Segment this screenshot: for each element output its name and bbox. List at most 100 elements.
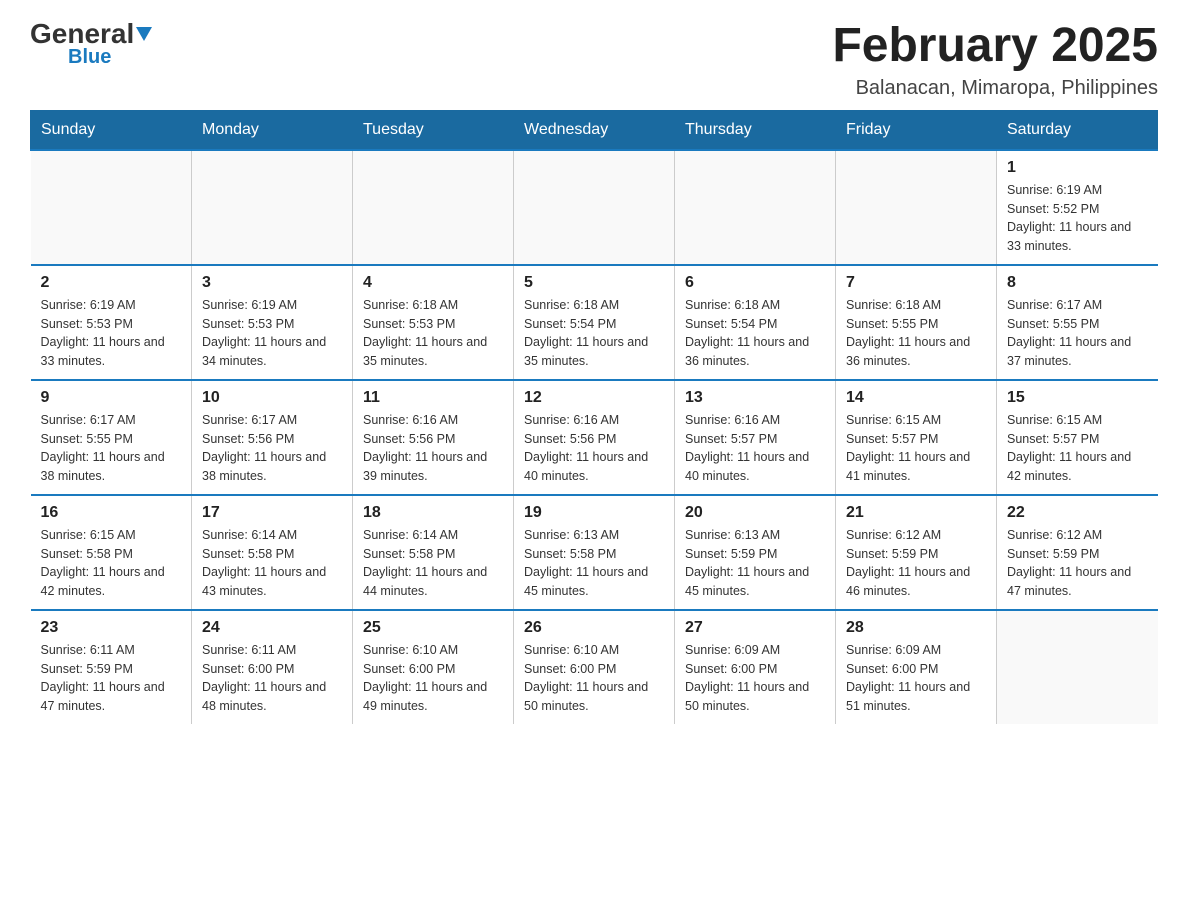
day-info: Sunrise: 6:13 AMSunset: 5:59 PMDaylight:… <box>685 526 825 601</box>
day-number: 5 <box>524 274 664 292</box>
table-row: 11 Sunrise: 6:16 AMSunset: 5:56 PMDayligh… <box>353 380 514 495</box>
calendar-subtitle: Balanacan, Mimaropa, Philippines <box>832 77 1158 100</box>
day-number: 18 <box>363 504 503 522</box>
table-row: 14 Sunrise: 6:15 AMSunset: 5:57 PMDayligh… <box>836 380 997 495</box>
day-info: Sunrise: 6:14 AMSunset: 5:58 PMDaylight:… <box>202 526 342 601</box>
calendar-week-row: 23 Sunrise: 6:11 AMSunset: 5:59 PMDayligh… <box>31 610 1158 724</box>
table-row: 13 Sunrise: 6:16 AMSunset: 5:57 PMDayligh… <box>675 380 836 495</box>
day-info: Sunrise: 6:15 AMSunset: 5:57 PMDaylight:… <box>1007 411 1148 486</box>
calendar-title: February 2025 <box>832 20 1158 73</box>
table-row <box>675 150 836 265</box>
table-row <box>353 150 514 265</box>
day-number: 4 <box>363 274 503 292</box>
table-row: 1 Sunrise: 6:19 AMSunset: 5:52 PMDaylight… <box>997 150 1158 265</box>
day-number: 14 <box>846 389 986 407</box>
day-number: 26 <box>524 619 664 637</box>
logo-blue: Blue <box>68 46 111 69</box>
table-row <box>836 150 997 265</box>
table-row: 10 Sunrise: 6:17 AMSunset: 5:56 PMDayligh… <box>192 380 353 495</box>
table-row: 19Sunrise: 6:13 AMSunset: 5:58 PMDayligh… <box>514 495 675 610</box>
table-row <box>997 610 1158 724</box>
table-row: 21 Sunrise: 6:12 AMSunset: 5:59 PMDayligh… <box>836 495 997 610</box>
day-number: 22 <box>1007 504 1148 522</box>
day-info: Sunrise: 6:17 AMSunset: 5:55 PMDaylight:… <box>1007 296 1148 371</box>
day-info: Sunrise: 6:16 AMSunset: 5:57 PMDaylight:… <box>685 411 825 486</box>
table-row <box>514 150 675 265</box>
calendar-header-row: Sunday Monday Tuesday Wednesday Thursday… <box>31 110 1158 150</box>
day-info: Sunrise: 6:09 AMSunset: 6:00 PMDaylight:… <box>846 641 986 716</box>
day-info: Sunrise: 6:19 AMSunset: 5:53 PMDaylight:… <box>202 296 342 371</box>
day-info: Sunrise: 6:11 AMSunset: 5:59 PMDaylight:… <box>41 641 182 716</box>
calendar-week-row: 16 Sunrise: 6:15 AMSunset: 5:58 PMDayligh… <box>31 495 1158 610</box>
day-info: Sunrise: 6:11 AMSunset: 6:00 PMDaylight:… <box>202 641 342 716</box>
day-info: Sunrise: 6:15 AMSunset: 5:58 PMDaylight:… <box>41 526 182 601</box>
day-number: 27 <box>685 619 825 637</box>
header-friday: Friday <box>836 110 997 150</box>
day-number: 1 <box>1007 159 1148 177</box>
header-saturday: Saturday <box>997 110 1158 150</box>
logo-general: General <box>30 20 152 48</box>
calendar-week-row: 2 Sunrise: 6:19 AMSunset: 5:53 PMDaylight… <box>31 265 1158 380</box>
logo-triangle-icon <box>136 27 152 41</box>
table-row: 18Sunrise: 6:14 AMSunset: 5:58 PMDayligh… <box>353 495 514 610</box>
day-number: 10 <box>202 389 342 407</box>
day-info: Sunrise: 6:19 AMSunset: 5:52 PMDaylight:… <box>1007 181 1148 256</box>
header-thursday: Thursday <box>675 110 836 150</box>
table-row: 8 Sunrise: 6:17 AMSunset: 5:55 PMDaylight… <box>997 265 1158 380</box>
header-sunday: Sunday <box>31 110 192 150</box>
day-info: Sunrise: 6:10 AMSunset: 6:00 PMDaylight:… <box>363 641 503 716</box>
day-info: Sunrise: 6:16 AMSunset: 5:56 PMDaylight:… <box>363 411 503 486</box>
day-info: Sunrise: 6:15 AMSunset: 5:57 PMDaylight:… <box>846 411 986 486</box>
day-number: 8 <box>1007 274 1148 292</box>
day-number: 6 <box>685 274 825 292</box>
day-info: Sunrise: 6:18 AMSunset: 5:55 PMDaylight:… <box>846 296 986 371</box>
table-row: 7 Sunrise: 6:18 AMSunset: 5:55 PMDaylight… <box>836 265 997 380</box>
table-row: 26 Sunrise: 6:10 AMSunset: 6:00 PMDayligh… <box>514 610 675 724</box>
day-number: 2 <box>41 274 182 292</box>
day-info: Sunrise: 6:19 AMSunset: 5:53 PMDaylight:… <box>41 296 182 371</box>
table-row: 2 Sunrise: 6:19 AMSunset: 5:53 PMDaylight… <box>31 265 192 380</box>
table-row: 4 Sunrise: 6:18 AMSunset: 5:53 PMDaylight… <box>353 265 514 380</box>
table-row: 15 Sunrise: 6:15 AMSunset: 5:57 PMDayligh… <box>997 380 1158 495</box>
table-row: 28Sunrise: 6:09 AMSunset: 6:00 PMDayligh… <box>836 610 997 724</box>
day-info: Sunrise: 6:16 AMSunset: 5:56 PMDaylight:… <box>524 411 664 486</box>
day-info: Sunrise: 6:09 AMSunset: 6:00 PMDaylight:… <box>685 641 825 716</box>
table-row: 3Sunrise: 6:19 AMSunset: 5:53 PMDaylight… <box>192 265 353 380</box>
day-info: Sunrise: 6:10 AMSunset: 6:00 PMDaylight:… <box>524 641 664 716</box>
table-row: 16 Sunrise: 6:15 AMSunset: 5:58 PMDayligh… <box>31 495 192 610</box>
day-number: 24 <box>202 619 342 637</box>
day-number: 23 <box>41 619 182 637</box>
day-info: Sunrise: 6:17 AMSunset: 5:56 PMDaylight:… <box>202 411 342 486</box>
day-info: Sunrise: 6:12 AMSunset: 5:59 PMDaylight:… <box>846 526 986 601</box>
day-info: Sunrise: 6:13 AMSunset: 5:58 PMDaylight:… <box>524 526 664 601</box>
day-info: Sunrise: 6:12 AMSunset: 5:59 PMDaylight:… <box>1007 526 1148 601</box>
page-header: General Blue February 2025 Balanacan, Mi… <box>30 20 1158 100</box>
day-number: 9 <box>41 389 182 407</box>
table-row: 24 Sunrise: 6:11 AMSunset: 6:00 PMDayligh… <box>192 610 353 724</box>
calendar-week-row: 1 Sunrise: 6:19 AMSunset: 5:52 PMDaylight… <box>31 150 1158 265</box>
table-row <box>31 150 192 265</box>
table-row: 20Sunrise: 6:13 AMSunset: 5:59 PMDayligh… <box>675 495 836 610</box>
day-number: 17 <box>202 504 342 522</box>
day-number: 12 <box>524 389 664 407</box>
day-info: Sunrise: 6:18 AMSunset: 5:53 PMDaylight:… <box>363 296 503 371</box>
table-row: 17 Sunrise: 6:14 AMSunset: 5:58 PMDayligh… <box>192 495 353 610</box>
day-number: 11 <box>363 389 503 407</box>
day-number: 16 <box>41 504 182 522</box>
title-block: February 2025 Balanacan, Mimaropa, Phili… <box>832 20 1158 100</box>
table-row: 27 Sunrise: 6:09 AMSunset: 6:00 PMDayligh… <box>675 610 836 724</box>
day-number: 15 <box>1007 389 1148 407</box>
table-row: 6 Sunrise: 6:18 AMSunset: 5:54 PMDaylight… <box>675 265 836 380</box>
day-info: Sunrise: 6:17 AMSunset: 5:55 PMDaylight:… <box>41 411 182 486</box>
day-number: 13 <box>685 389 825 407</box>
table-row: 25 Sunrise: 6:10 AMSunset: 6:00 PMDayligh… <box>353 610 514 724</box>
table-row: 12 Sunrise: 6:16 AMSunset: 5:56 PMDayligh… <box>514 380 675 495</box>
table-row: 22 Sunrise: 6:12 AMSunset: 5:59 PMDayligh… <box>997 495 1158 610</box>
table-row: 9 Sunrise: 6:17 AMSunset: 5:55 PMDaylight… <box>31 380 192 495</box>
day-number: 7 <box>846 274 986 292</box>
day-number: 21 <box>846 504 986 522</box>
day-info: Sunrise: 6:18 AMSunset: 5:54 PMDaylight:… <box>685 296 825 371</box>
day-number: 25 <box>363 619 503 637</box>
table-row <box>192 150 353 265</box>
table-row: 23 Sunrise: 6:11 AMSunset: 5:59 PMDayligh… <box>31 610 192 724</box>
